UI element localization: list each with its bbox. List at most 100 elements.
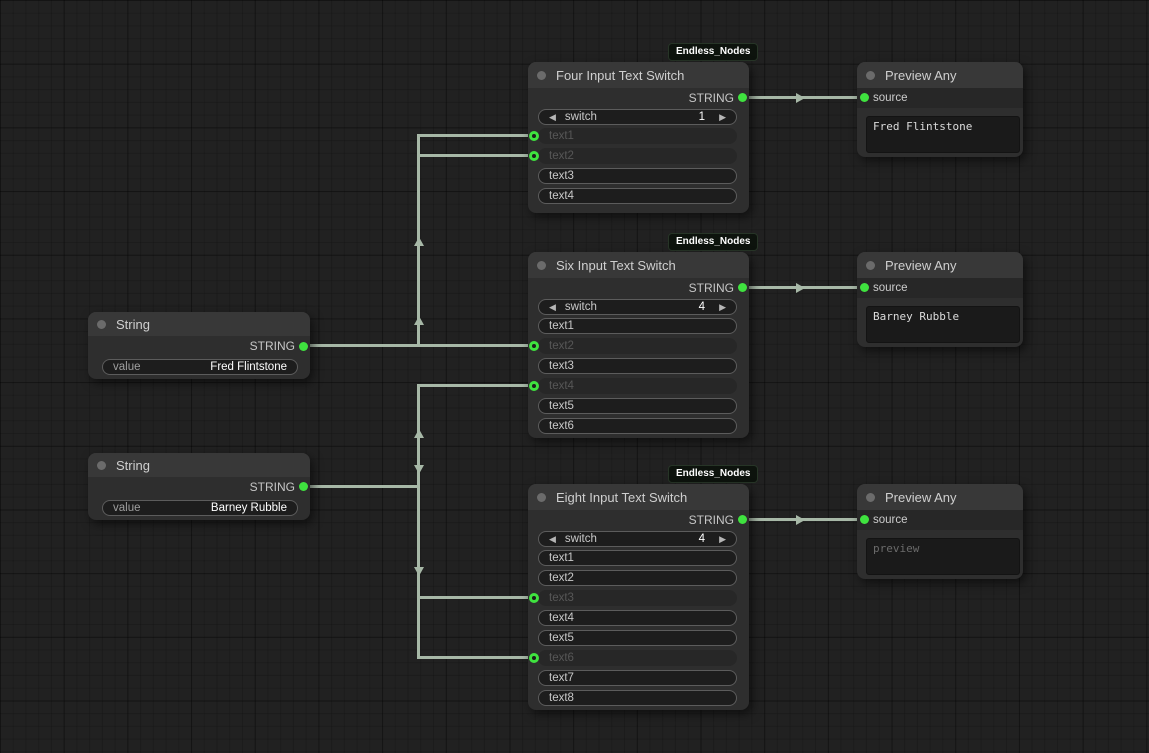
node-titlebar[interactable]: String [88, 453, 310, 477]
input-socket-switch8-text3[interactable] [529, 593, 539, 603]
widget-label: text7 [549, 672, 574, 684]
output-socket-switch6[interactable] [738, 283, 747, 292]
widget-value: Fred Flintstone [210, 361, 287, 373]
output-slot-label: STRING [250, 339, 295, 353]
node-preview-any-2: Preview Any source Barney Rubble [857, 252, 1023, 347]
wire-arrow-right-icon [796, 515, 805, 525]
widget-label: text1 [549, 320, 574, 332]
collapse-dot-icon[interactable] [866, 71, 875, 80]
value-widget[interactable]: value Barney Rubble [102, 500, 298, 516]
widget-label: text3 [549, 360, 574, 372]
link-wire [417, 134, 534, 137]
link-wire [417, 384, 534, 387]
text-widget-text3[interactable]: text3 [538, 358, 737, 374]
input-row-text2[interactable]: text2 [538, 338, 737, 354]
input-row-text1[interactable]: text1 [538, 128, 737, 144]
node-title: Four Input Text Switch [556, 68, 684, 83]
widget-value: 4 [699, 301, 705, 313]
input-label: text4 [549, 380, 574, 392]
collapse-dot-icon[interactable] [537, 261, 546, 270]
input-row-text2[interactable]: text2 [538, 148, 737, 164]
widget-label: text5 [549, 400, 574, 412]
text-widget-text5[interactable]: text5 [538, 630, 737, 646]
output-socket-switch4[interactable] [738, 93, 747, 102]
widget-label: text1 [549, 552, 574, 564]
category-badge: Endless_Nodes [668, 233, 758, 251]
wire-arrow-down-icon [414, 567, 424, 576]
wire-arrow-up-icon [414, 429, 424, 438]
step-left-icon[interactable]: ◀ [549, 535, 556, 544]
output-slot-label: STRING [689, 513, 734, 527]
input-socket-switch6-text4[interactable] [529, 381, 539, 391]
text-widget-text3[interactable]: text3 [538, 168, 737, 184]
input-slot-row: source [857, 88, 1023, 108]
text-widget-text1[interactable]: text1 [538, 318, 737, 334]
node-titlebar[interactable]: Preview Any [857, 484, 1023, 510]
input-socket-switch6-text2[interactable] [529, 341, 539, 351]
switch-widget[interactable]: ◀ switch 4 ▶ [538, 531, 737, 547]
input-row-text6[interactable]: text6 [538, 650, 737, 666]
text-widget-text5[interactable]: text5 [538, 398, 737, 414]
output-socket-string1[interactable] [299, 342, 308, 351]
node-six-input-text-switch: Six Input Text Switch STRING ◀ switch 4 … [528, 252, 749, 438]
node-titlebar[interactable]: Six Input Text Switch [528, 252, 749, 278]
preview-textarea[interactable]: Fred Flintstone [866, 116, 1020, 153]
switch-widget[interactable]: ◀ switch 4 ▶ [538, 299, 737, 315]
wire-arrow-right-icon [796, 283, 805, 293]
graph-canvas[interactable]: Endless_Nodes Endless_Nodes Endless_Node… [0, 0, 1149, 753]
text-widget-text4[interactable]: text4 [538, 188, 737, 204]
widget-label: text4 [549, 190, 574, 202]
text-widget-text6[interactable]: text6 [538, 418, 737, 434]
node-title: String [116, 317, 150, 332]
step-left-icon[interactable]: ◀ [549, 303, 556, 312]
collapse-dot-icon[interactable] [866, 493, 875, 502]
collapse-dot-icon[interactable] [537, 493, 546, 502]
wire-arrow-up-icon [414, 237, 424, 246]
node-titlebar[interactable]: Four Input Text Switch [528, 62, 749, 88]
step-left-icon[interactable]: ◀ [549, 113, 556, 122]
input-slot-row: source [857, 510, 1023, 530]
output-slot-row: STRING [88, 477, 310, 497]
text-widget-text7[interactable]: text7 [538, 670, 737, 686]
link-wire [417, 596, 534, 599]
input-row-text3[interactable]: text3 [538, 590, 737, 606]
output-socket-string2[interactable] [299, 482, 308, 491]
input-socket-switch4-text2[interactable] [529, 151, 539, 161]
input-socket-preview1-source[interactable] [860, 93, 869, 102]
node-titlebar[interactable]: Preview Any [857, 252, 1023, 278]
node-titlebar[interactable]: Preview Any [857, 62, 1023, 88]
wire-arrow-up-icon [414, 316, 424, 325]
output-slot-label: STRING [250, 480, 295, 494]
input-socket-switch4-text1[interactable] [529, 131, 539, 141]
input-slot-label: source [873, 92, 908, 104]
step-right-icon[interactable]: ▶ [719, 303, 726, 312]
step-right-icon[interactable]: ▶ [719, 113, 726, 122]
widget-value: Barney Rubble [211, 502, 287, 514]
text-widget-text8[interactable]: text8 [538, 690, 737, 706]
input-label: text1 [549, 130, 574, 142]
output-socket-switch8[interactable] [738, 515, 747, 524]
text-widget-text1[interactable]: text1 [538, 550, 737, 566]
text-widget-text4[interactable]: text4 [538, 610, 737, 626]
wire-arrow-down-icon [414, 465, 424, 474]
node-titlebar[interactable]: Eight Input Text Switch [528, 484, 749, 510]
widget-label: switch [565, 301, 597, 313]
text-widget-text2[interactable]: text2 [538, 570, 737, 586]
switch-widget[interactable]: ◀ switch 1 ▶ [538, 109, 737, 125]
collapse-dot-icon[interactable] [866, 261, 875, 270]
step-right-icon[interactable]: ▶ [719, 535, 726, 544]
node-title: Six Input Text Switch [556, 258, 676, 273]
input-row-text4[interactable]: text4 [538, 378, 737, 394]
collapse-dot-icon[interactable] [97, 461, 106, 470]
input-socket-preview2-source[interactable] [860, 283, 869, 292]
collapse-dot-icon[interactable] [97, 320, 106, 329]
input-socket-preview3-source[interactable] [860, 515, 869, 524]
value-widget[interactable]: value Fred Flintstone [102, 359, 298, 375]
node-preview-any-1: Preview Any source Fred Flintstone [857, 62, 1023, 157]
node-titlebar[interactable]: String [88, 312, 310, 336]
node-title: Preview Any [885, 258, 957, 273]
preview-textarea[interactable]: preview [866, 538, 1020, 575]
input-socket-switch8-text6[interactable] [529, 653, 539, 663]
collapse-dot-icon[interactable] [537, 71, 546, 80]
preview-textarea[interactable]: Barney Rubble [866, 306, 1020, 343]
